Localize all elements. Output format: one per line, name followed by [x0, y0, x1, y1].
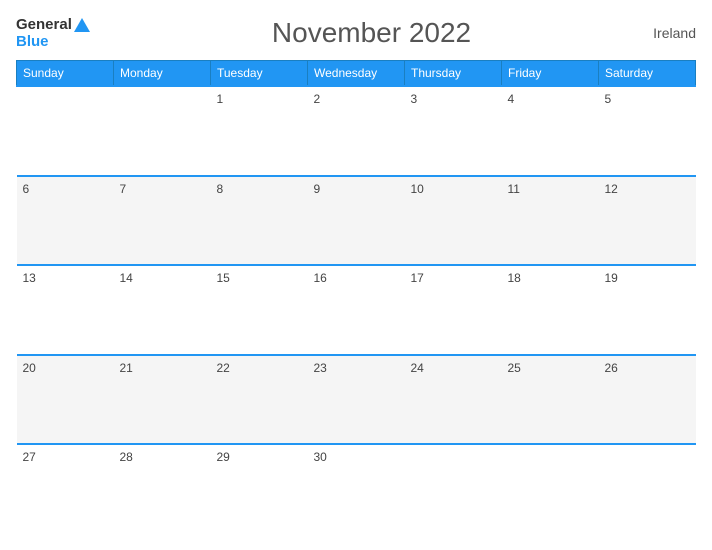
calendar-empty-cell: [502, 444, 599, 534]
calendar-day-3: 3: [405, 86, 502, 176]
day-number: 30: [314, 450, 327, 464]
day-number: 16: [314, 271, 327, 285]
weekday-header-friday: Friday: [502, 61, 599, 87]
day-number: 2: [314, 92, 321, 106]
day-number: 11: [508, 182, 520, 196]
day-number: 4: [508, 92, 515, 106]
day-number: 13: [23, 271, 36, 285]
day-number: 14: [120, 271, 133, 285]
weekday-header-saturday: Saturday: [599, 61, 696, 87]
calendar-day-13: 13: [17, 265, 114, 355]
calendar-day-27: 27: [17, 444, 114, 534]
calendar-day-7: 7: [114, 176, 211, 266]
calendar-day-12: 12: [599, 176, 696, 266]
weekday-header-row: SundayMondayTuesdayWednesdayThursdayFrid…: [17, 61, 696, 87]
calendar-day-15: 15: [211, 265, 308, 355]
weekday-header-wednesday: Wednesday: [308, 61, 405, 87]
calendar-day-1: 1: [211, 86, 308, 176]
day-number: 21: [120, 361, 133, 375]
day-number: 28: [120, 450, 133, 464]
page-header: General Blue November 2022 Ireland: [16, 16, 696, 50]
calendar-table: SundayMondayTuesdayWednesdayThursdayFrid…: [16, 60, 696, 534]
calendar-day-9: 9: [308, 176, 405, 266]
calendar-day-26: 26: [599, 355, 696, 445]
calendar-day-30: 30: [308, 444, 405, 534]
calendar-day-24: 24: [405, 355, 502, 445]
day-number: 5: [605, 92, 612, 106]
calendar-day-20: 20: [17, 355, 114, 445]
logo-general-text: General: [16, 16, 72, 33]
weekday-header-monday: Monday: [114, 61, 211, 87]
calendar-day-10: 10: [405, 176, 502, 266]
weekday-header-sunday: Sunday: [17, 61, 114, 87]
day-number: 3: [411, 92, 418, 106]
day-number: 18: [508, 271, 521, 285]
calendar-day-19: 19: [599, 265, 696, 355]
calendar-day-11: 11: [502, 176, 599, 266]
calendar-day-2: 2: [308, 86, 405, 176]
calendar-week-row: 13 14 15 16 17 18 19: [17, 265, 696, 355]
country-label: Ireland: [653, 25, 696, 41]
day-number: 9: [314, 182, 321, 196]
calendar-day-23: 23: [308, 355, 405, 445]
calendar-empty-cell: [405, 444, 502, 534]
calendar-week-row: 27 28 29 30: [17, 444, 696, 534]
day-number: 24: [411, 361, 424, 375]
calendar-day-14: 14: [114, 265, 211, 355]
calendar-day-5: 5: [599, 86, 696, 176]
day-number: 8: [217, 182, 224, 196]
calendar-empty-cell: [599, 444, 696, 534]
logo-blue-text: Blue: [16, 33, 49, 50]
calendar-body: 1234567891011121314151617181920212223242…: [17, 86, 696, 534]
day-number: 7: [120, 182, 127, 196]
day-number: 19: [605, 271, 618, 285]
calendar-week-row: 20 21 22 23 24 25 26: [17, 355, 696, 445]
calendar-empty-cell: [17, 86, 114, 176]
calendar-day-17: 17: [405, 265, 502, 355]
day-number: 23: [314, 361, 327, 375]
calendar-week-row: 1 2 3 4 5: [17, 86, 696, 176]
day-number: 10: [411, 182, 424, 196]
day-number: 20: [23, 361, 36, 375]
calendar-day-6: 6: [17, 176, 114, 266]
day-number: 15: [217, 271, 230, 285]
calendar-day-22: 22: [211, 355, 308, 445]
calendar-title: November 2022: [272, 17, 471, 49]
calendar-week-row: 6 7 8 9 10 11 12: [17, 176, 696, 266]
logo-triangle-icon: [74, 18, 90, 32]
calendar-day-28: 28: [114, 444, 211, 534]
weekday-header-thursday: Thursday: [405, 61, 502, 87]
calendar-day-18: 18: [502, 265, 599, 355]
calendar-header: SundayMondayTuesdayWednesdayThursdayFrid…: [17, 61, 696, 87]
calendar-day-16: 16: [308, 265, 405, 355]
day-number: 22: [217, 361, 230, 375]
day-number: 1: [217, 92, 224, 106]
day-number: 26: [605, 361, 618, 375]
weekday-header-tuesday: Tuesday: [211, 61, 308, 87]
calendar-day-4: 4: [502, 86, 599, 176]
calendar-empty-cell: [114, 86, 211, 176]
day-number: 25: [508, 361, 521, 375]
day-number: 17: [411, 271, 424, 285]
calendar-day-21: 21: [114, 355, 211, 445]
calendar-day-25: 25: [502, 355, 599, 445]
logo: General Blue: [16, 16, 90, 50]
calendar-day-8: 8: [211, 176, 308, 266]
day-number: 12: [605, 182, 618, 196]
day-number: 29: [217, 450, 230, 464]
calendar-day-29: 29: [211, 444, 308, 534]
day-number: 6: [23, 182, 30, 196]
day-number: 27: [23, 450, 36, 464]
